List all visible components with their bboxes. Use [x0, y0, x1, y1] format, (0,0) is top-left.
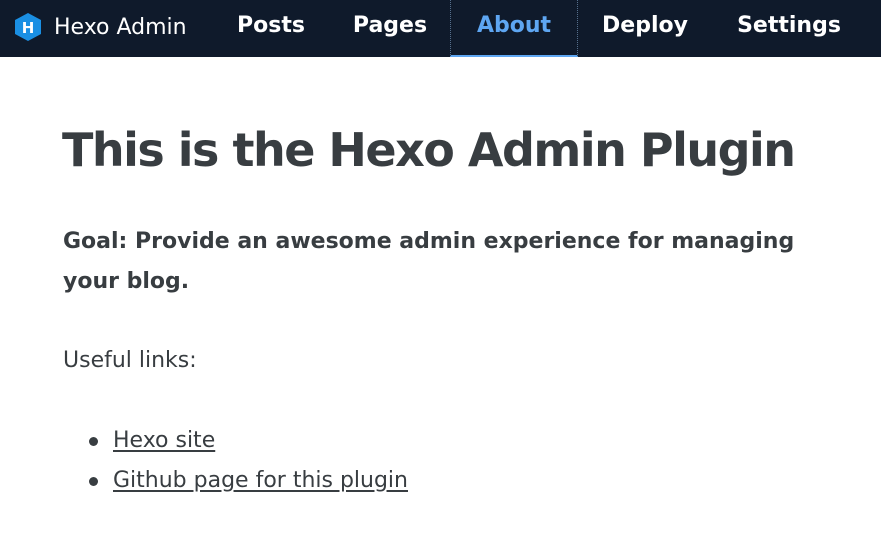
github-page-link[interactable]: Github page for this plugin: [113, 468, 408, 493]
useful-links-label: Useful links:: [63, 348, 197, 373]
logo-letter: H: [22, 19, 35, 37]
list-item: Github page for this plugin: [63, 461, 408, 501]
about-content: This is the Hexo Admin Plugin Goal: Prov…: [62, 112, 852, 493]
page-title: This is the Hexo Admin Plugin: [62, 123, 796, 177]
app-name: Hexo Admin: [54, 14, 187, 40]
list-item: Hexo site: [63, 421, 408, 461]
nav-deploy[interactable]: Deploy: [590, 0, 700, 54]
top-navbar: H Hexo Admin Posts Pages About Deploy Se…: [0, 0, 881, 57]
hexo-site-link[interactable]: Hexo site: [113, 428, 215, 453]
useful-links-list: Hexo site Github page for this plugin: [63, 421, 408, 501]
bullet-icon: [89, 437, 98, 446]
brand-home-link[interactable]: H Hexo Admin: [14, 0, 187, 54]
nav-posts[interactable]: Posts: [226, 0, 316, 54]
bullet-icon: [89, 477, 98, 486]
nav-pages[interactable]: Pages: [340, 0, 440, 54]
nav-about[interactable]: About: [450, 0, 578, 57]
nav-settings[interactable]: Settings: [726, 0, 852, 54]
hexo-logo-icon: H: [15, 13, 41, 41]
goal-text: Goal: Provide an awesome admin experienc…: [63, 229, 795, 294]
